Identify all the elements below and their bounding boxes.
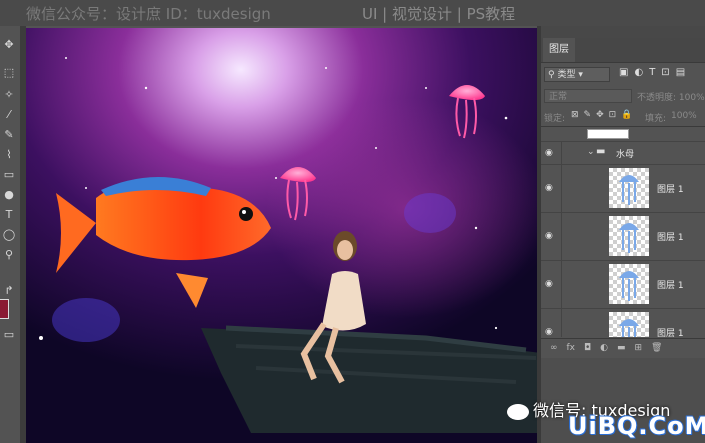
filter-icons: ▣◐T⊡▤ bbox=[619, 67, 691, 78]
wooden-dock bbox=[201, 325, 537, 433]
foreground-color-swatch[interactable] bbox=[0, 299, 9, 319]
brush-tool-icon[interactable]: ✎ bbox=[2, 128, 16, 142]
layer-thumbnail bbox=[609, 216, 649, 256]
eye-icon[interactable]: ◉ bbox=[545, 184, 555, 193]
gradient-tool-icon[interactable]: ▭ bbox=[2, 168, 16, 182]
layer-row[interactable]: ◉ 图层 1 bbox=[541, 261, 705, 309]
top-bar: 微信公众号：设计庶 ID：tuxdesign UI | 视觉设计 | PS教程 bbox=[0, 0, 705, 26]
group-name: 水母 bbox=[616, 150, 635, 160]
layer-row[interactable]: ◉ 图层 1 bbox=[541, 165, 705, 213]
fx-icon[interactable]: fx bbox=[567, 343, 576, 353]
smart-object-filter-icon[interactable]: ▤ bbox=[676, 67, 691, 78]
layer-group-row[interactable]: ◉ ⌄ ▬ 水母 bbox=[541, 142, 705, 165]
shape-filter-icon[interactable]: ⊡ bbox=[661, 67, 675, 78]
jellyfish-thumb-icon bbox=[619, 175, 639, 205]
mask-icon[interactable]: ◘ bbox=[584, 343, 591, 353]
chevron-down-icon[interactable]: ⌄ bbox=[587, 147, 595, 157]
eye-icon[interactable]: ◉ bbox=[545, 149, 555, 158]
jellyfish-thumb-icon bbox=[619, 271, 639, 301]
site-logo: UiBQ.CoM bbox=[568, 412, 705, 440]
layer-name: 图层 1 bbox=[657, 281, 684, 291]
layers-list: ◉ ⌄ ▬ 水母 ◉ 图层 1 ◉ 图层 1 ◉ 图层 1 ◉ 图层 1 bbox=[541, 127, 705, 337]
eye-icon[interactable]: ◉ bbox=[545, 328, 555, 337]
zoom-tool-icon[interactable]: ⚲ bbox=[2, 248, 16, 262]
layer-thumbnail bbox=[587, 129, 629, 139]
layer-name: 图层 1 bbox=[657, 185, 684, 195]
adjustment-icon[interactable]: ◐ bbox=[600, 343, 608, 353]
layer-filter-select[interactable]: ⚲ 类型 ▾ bbox=[544, 67, 610, 82]
jellyfish-thumb-icon bbox=[619, 223, 639, 253]
panel-dock-header bbox=[541, 26, 705, 38]
folder-icon: ▬ bbox=[596, 146, 606, 157]
eye-icon[interactable]: ◉ bbox=[545, 232, 555, 241]
document-canvas[interactable] bbox=[26, 28, 537, 443]
adjustment-filter-icon[interactable]: ◐ bbox=[634, 67, 649, 78]
layer-thumbnail bbox=[609, 168, 649, 208]
layer-row[interactable]: ◉ 图层 1 bbox=[541, 213, 705, 261]
layer-row[interactable]: ◉ 图层 1 bbox=[541, 309, 705, 337]
eyedropper-tool-icon[interactable]: ⁄ bbox=[2, 108, 16, 122]
layer-thumbnail bbox=[609, 312, 649, 337]
layers-footer: ∞ fx ◘ ◐ ▬ ⊞ 🗑 bbox=[541, 338, 705, 359]
tab-layers[interactable]: 图层 bbox=[543, 38, 575, 62]
tools-panel: ✥ ⬚ ✧ ⁄ ✎ ⌇ ▭ ● T ◯ ⚲ ↱ ▭ bbox=[0, 26, 21, 443]
fill-label: 填充: bbox=[645, 114, 667, 124]
type-filter-icon[interactable]: T bbox=[649, 67, 661, 78]
trash-icon[interactable]: 🗑 bbox=[651, 343, 662, 353]
fill-value[interactable]: 100% bbox=[671, 111, 697, 121]
opacity-value[interactable]: 100% bbox=[679, 93, 705, 103]
lock-label: 锁定: bbox=[544, 114, 566, 124]
clone-stamp-tool-icon[interactable]: ⌇ bbox=[2, 148, 16, 162]
composite-artwork bbox=[26, 28, 537, 443]
ellipse-tool-icon[interactable]: ◯ bbox=[2, 228, 16, 242]
magic-wand-tool-icon[interactable]: ✧ bbox=[2, 88, 16, 102]
opacity-label: 不透明度: bbox=[637, 93, 677, 103]
dodge-tool-icon[interactable]: ● bbox=[2, 188, 16, 202]
jellyfish-thumb-icon bbox=[619, 319, 639, 337]
pixel-filter-icon[interactable]: ▣ bbox=[619, 67, 634, 78]
swap-colors-icon[interactable]: ↱ bbox=[2, 284, 16, 298]
new-layer-icon[interactable]: ⊞ bbox=[635, 343, 643, 353]
blend-mode-select[interactable]: 正常 bbox=[544, 89, 632, 103]
layer-thumbnail bbox=[609, 264, 649, 304]
blend-mode-value: 正常 bbox=[549, 92, 568, 102]
link-icon[interactable]: ∞ bbox=[550, 343, 558, 353]
layer-name: 图层 1 bbox=[657, 233, 684, 243]
layer-name: 图层 1 bbox=[657, 329, 684, 337]
layers-panel: 图层 ⚲ 类型 ▾ ▣◐T⊡▤ 正常 不透明度: 100% 锁定: ⊠✎✥⊡🔒 … bbox=[541, 38, 705, 358]
screen-mode-icon[interactable]: ▭ bbox=[2, 328, 16, 342]
wechat-icon bbox=[507, 403, 529, 420]
watermark-text-top: 微信公众号：设计庶 ID：tuxdesign bbox=[26, 5, 271, 23]
filter-label: 类型 bbox=[557, 70, 576, 80]
folder-icon[interactable]: ▬ bbox=[617, 343, 626, 353]
blend-row: 正常 不透明度: 100% bbox=[541, 87, 705, 107]
eye-icon[interactable]: ◉ bbox=[545, 280, 555, 289]
type-tool-icon[interactable]: T bbox=[2, 208, 16, 222]
panel-tabs: 图层 bbox=[541, 38, 705, 63]
layer-row-partial[interactable] bbox=[541, 127, 705, 142]
page-caption: UI | 视觉设计 | PS教程 bbox=[362, 5, 516, 23]
layer-filter-row: ⚲ 类型 ▾ ▣◐T⊡▤ bbox=[541, 64, 705, 86]
lock-icons[interactable]: ⊠✎✥⊡🔒 bbox=[571, 110, 637, 120]
lock-row: 锁定: ⊠✎✥⊡🔒 填充: 100% bbox=[541, 108, 705, 127]
move-tool-icon[interactable]: ✥ bbox=[2, 38, 16, 52]
opacity-control[interactable]: 不透明度: 100% bbox=[637, 90, 705, 103]
marquee-tool-icon[interactable]: ⬚ bbox=[2, 66, 16, 80]
